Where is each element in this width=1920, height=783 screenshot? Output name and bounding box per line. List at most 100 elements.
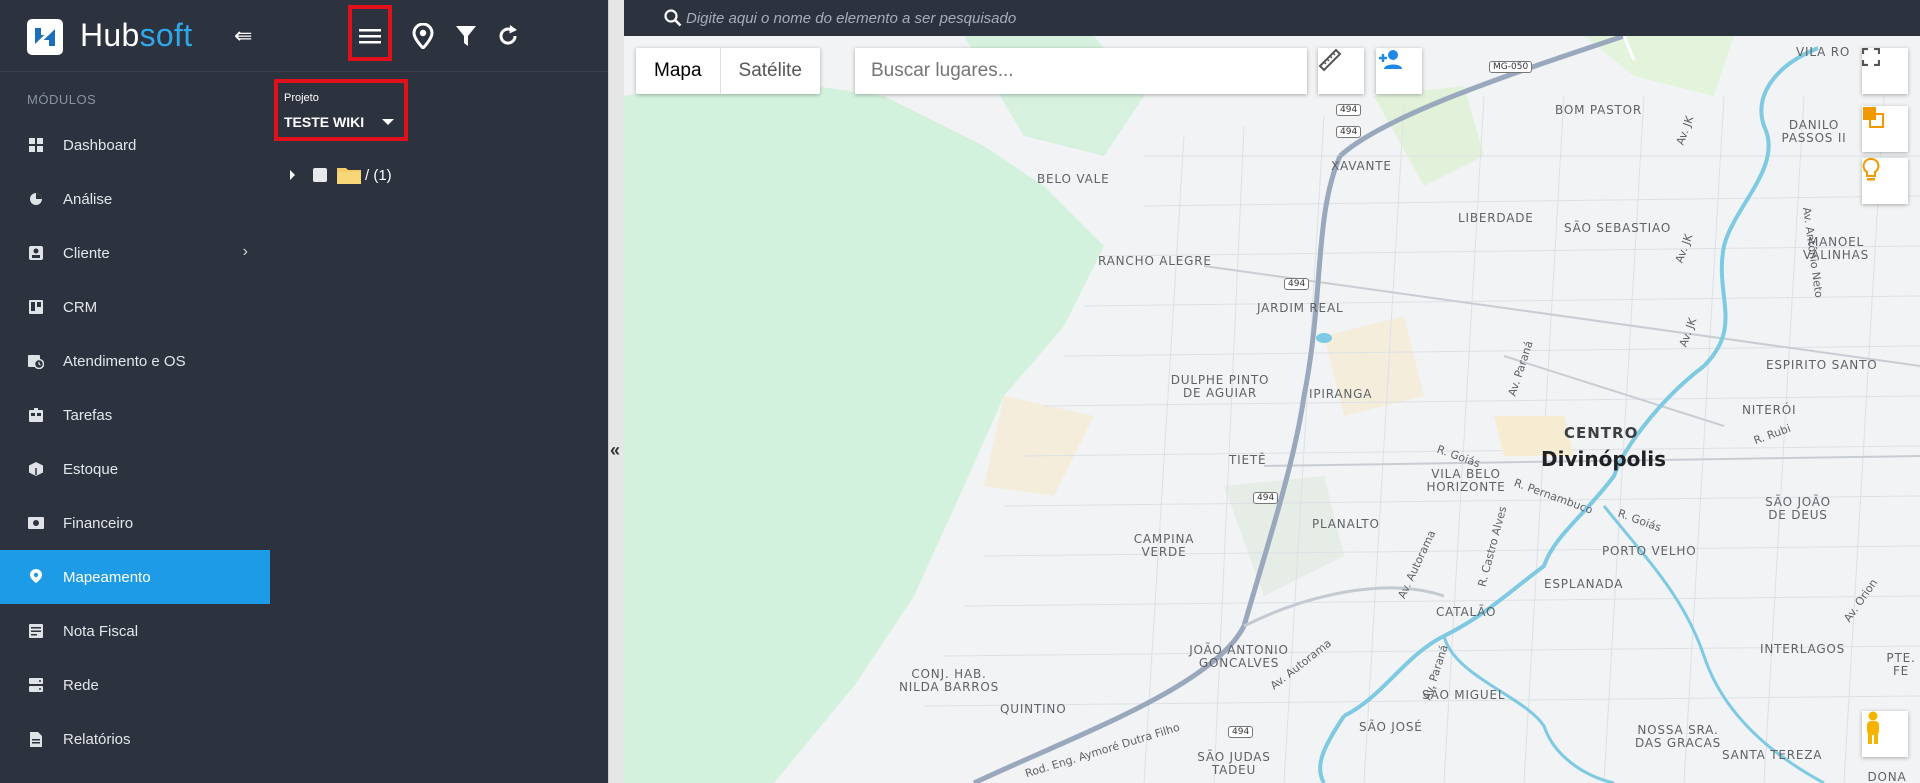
dashboard-icon xyxy=(28,137,44,153)
calendar-clock-icon xyxy=(28,353,44,369)
sidebar: Hubsoft ⇚ MÓDULOS Dashboard Análise Clie… xyxy=(0,0,270,783)
map-label: BELO VALE xyxy=(1037,172,1110,186)
project-select-value: TESTE WIKI xyxy=(284,114,365,130)
map-label: IPIRANGA xyxy=(1309,387,1373,401)
map-label: SÃO JUDAS TADEU xyxy=(1197,750,1271,777)
sidebar-item-mapeamento[interactable]: Mapeamento xyxy=(0,550,270,604)
map-label: DANILO PASSOS II xyxy=(1781,118,1847,145)
map-label: DONA QUIT xyxy=(1867,770,1907,783)
search-icon xyxy=(664,9,682,27)
tree-root-node[interactable]: / (1) xyxy=(290,166,392,184)
map-label: QUINTINO xyxy=(1000,702,1067,716)
map-label: CAMPINA VERDE xyxy=(1133,532,1195,559)
sidebar-item-label: Financeiro xyxy=(63,514,134,532)
panel-divider[interactable]: « xyxy=(608,0,624,783)
sidebar-menu: Dashboard Análise Cliente › CRM Atendime… xyxy=(0,118,270,766)
refresh-icon[interactable] xyxy=(492,20,524,52)
box-icon xyxy=(28,461,44,477)
sidebar-item-label: CRM xyxy=(63,298,98,316)
folder-icon xyxy=(337,168,361,184)
route-shield: 494 xyxy=(1336,104,1362,116)
sidebar-item-financeiro[interactable]: Financeiro xyxy=(0,496,270,550)
lightbulb-icon[interactable] xyxy=(1862,158,1908,204)
contact-card-icon xyxy=(28,245,44,261)
map-label: LIBERDADE xyxy=(1458,211,1534,225)
collapse-sidebar-icon[interactable]: ⇚ xyxy=(234,24,252,48)
sidebar-item-atendimento[interactable]: Atendimento e OS xyxy=(0,334,270,388)
pie-chart-icon xyxy=(28,191,44,207)
element-search-bar[interactable]: Digite aqui o nome do elemento a ser pes… xyxy=(624,0,1920,36)
map-label: NOSSA SRA. DAS GRACAS xyxy=(1634,723,1722,750)
sidebar-item-estoque[interactable]: Estoque xyxy=(0,442,270,496)
expand-arrow-icon[interactable] xyxy=(290,170,295,180)
modules-section-title: MÓDULOS xyxy=(27,92,97,107)
map-label: ESPLANADA xyxy=(1544,577,1624,591)
tasks-icon xyxy=(28,407,44,423)
map-label: XAVANTE xyxy=(1331,159,1392,173)
sidebar-item-label: Rede xyxy=(63,676,99,694)
map-type-satelite-button[interactable]: Satélite xyxy=(721,48,820,94)
map-type-mapa-button[interactable]: Mapa xyxy=(636,48,721,94)
ruler-icon[interactable] xyxy=(1318,48,1364,94)
city-label: Divinópolis xyxy=(1541,447,1666,471)
map-marker-icon[interactable] xyxy=(407,20,439,52)
map-label: TIETÊ xyxy=(1229,453,1267,467)
map-label: BOM PASTOR xyxy=(1555,103,1643,117)
tree-root-label: / (1) xyxy=(365,166,392,184)
fullscreen-icon[interactable] xyxy=(1862,48,1908,94)
route-shield: 494 xyxy=(1336,126,1362,138)
server-icon xyxy=(28,677,44,693)
sidebar-item-relatorios[interactable]: Relatórios xyxy=(0,712,270,766)
filter-icon[interactable] xyxy=(450,20,482,52)
kanban-icon xyxy=(28,299,44,315)
map-canvas[interactable]: Mapa Satélite Buscar lugares... VILA RO … xyxy=(624,36,1920,783)
brand-wordmark: Hubsoft xyxy=(80,17,193,53)
collapse-panel-icon[interactable]: « xyxy=(610,440,620,461)
sidebar-item-cliente[interactable]: Cliente › xyxy=(0,226,270,280)
sidebar-item-label: Mapeamento xyxy=(63,568,151,586)
sidebar-item-label: Tarefas xyxy=(63,406,113,424)
map-label: SÃO JOSÉ xyxy=(1359,720,1423,734)
map-label: SÃO SEBASTIAO xyxy=(1564,221,1672,235)
report-icon xyxy=(28,731,44,747)
sidebar-item-label: Dashboard xyxy=(63,136,137,154)
tree-checkbox[interactable] xyxy=(313,168,327,182)
sidebar-item-label: Relatórios xyxy=(63,730,131,748)
map-pin-icon xyxy=(28,569,44,585)
sidebar-item-tarefas[interactable]: Tarefas xyxy=(0,388,270,442)
route-shield: 494 xyxy=(1253,492,1279,504)
dropdown-caret-icon xyxy=(382,119,395,125)
project-select[interactable]: TESTE WIKI xyxy=(284,114,395,130)
sidebar-item-analise[interactable]: Análise xyxy=(0,172,270,226)
places-search-input[interactable]: Buscar lugares... xyxy=(855,48,1307,94)
sidebar-item-label: Atendimento e OS xyxy=(63,352,186,370)
map-label: INTERLAGOS xyxy=(1760,642,1846,656)
map-label: PTE. FE xyxy=(1886,651,1916,678)
route-shield: MG-050 xyxy=(1489,61,1533,73)
hubsoft-logo-icon[interactable] xyxy=(27,19,63,55)
map-label: JOÃO ANTONIO GONCALVES xyxy=(1189,643,1289,670)
sidebar-item-dashboard[interactable]: Dashboard xyxy=(0,118,270,172)
street-view-pegman-icon[interactable] xyxy=(1862,711,1908,757)
sidebar-item-crm[interactable]: CRM xyxy=(0,280,270,334)
map-label: ESPIRITO SANTO xyxy=(1766,358,1878,372)
sidebar-item-label: Estoque xyxy=(63,460,119,478)
layers-icon[interactable] xyxy=(1862,106,1908,152)
add-user-icon[interactable] xyxy=(1376,48,1422,94)
map-label: VILA RO xyxy=(1796,45,1851,59)
invoice-icon xyxy=(28,623,44,639)
map-label: PORTO VELHO xyxy=(1602,544,1697,558)
project-label: Projeto xyxy=(284,92,319,104)
route-shield: 494 xyxy=(1228,726,1254,738)
sidebar-item-label: Nota Fiscal xyxy=(63,622,139,640)
sidebar-item-label: Análise xyxy=(63,190,113,208)
mapping-panel: Projeto TESTE WIKI / (1) xyxy=(270,0,608,783)
menu-icon[interactable] xyxy=(354,20,386,52)
sidebar-item-rede[interactable]: Rede xyxy=(0,658,270,712)
sidebar-item-nota-fiscal[interactable]: Nota Fiscal xyxy=(0,604,270,658)
map-label: VILA BELO HORIZONTE xyxy=(1426,467,1506,494)
element-search-placeholder[interactable]: Digite aqui o nome do elemento a ser pes… xyxy=(686,10,1016,27)
highlight-project-select xyxy=(274,79,408,141)
map-label: SANTA TEREZA xyxy=(1722,748,1823,762)
route-shield: 494 xyxy=(1284,278,1310,290)
